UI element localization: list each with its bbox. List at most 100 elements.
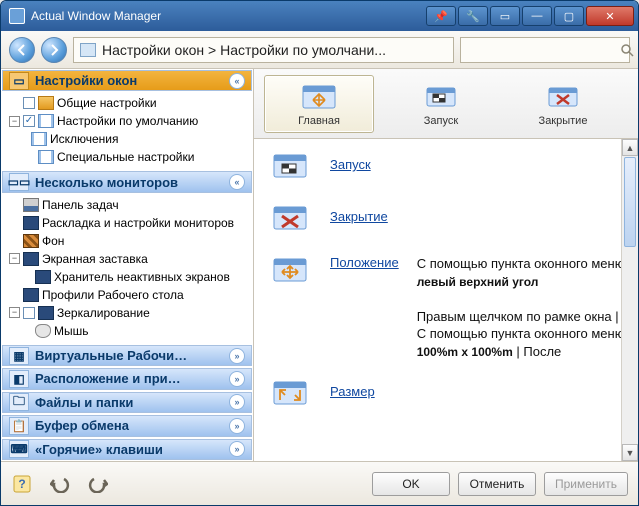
group-header-layout[interactable]: ◧ Расположение и при… »: [2, 368, 252, 389]
virtual-desktops-icon: ▦: [9, 347, 29, 365]
tree-multimonitor: Панель задач Раскладка и настройки монит…: [1, 194, 253, 344]
expand-toggle[interactable]: −: [9, 116, 20, 127]
chevron-down-icon: »: [229, 418, 245, 434]
mirroring-icon: [38, 306, 54, 320]
search-icon[interactable]: [620, 41, 634, 59]
redo-icon[interactable]: [83, 472, 111, 496]
desktop-profiles-icon: [23, 288, 39, 302]
extra-button[interactable]: ▭: [490, 6, 520, 26]
group-header-window-settings[interactable]: ▭ Настройки окон «: [2, 70, 252, 91]
size-icon: [272, 378, 312, 412]
chevron-down-icon: »: [229, 348, 245, 364]
app-window: Actual Window Manager 📌 🔧 ▭ — ▢ ✕ Настро…: [0, 0, 639, 506]
help-icon[interactable]: ?: [11, 472, 39, 496]
startup-flag-icon: [272, 151, 312, 185]
mouse-icon: [35, 324, 51, 338]
detail-item-position[interactable]: Положение С помощью пункта оконного меню…: [272, 255, 630, 360]
default-settings-icon: [38, 114, 54, 128]
home-window-icon: [299, 81, 339, 113]
checkbox[interactable]: [23, 97, 35, 109]
detail-link[interactable]: Положение: [330, 249, 399, 270]
detail-link[interactable]: Закрытие: [330, 203, 388, 224]
navbar: Настройки окон > Настройки по умолчани..…: [1, 31, 638, 69]
monitors-icon: ▭▭: [9, 173, 29, 191]
keyboard-icon: ⌨: [9, 440, 29, 458]
group-header-clipboard[interactable]: 📋 Буфер обмена »: [2, 415, 252, 436]
tree-item[interactable]: Хранитель неактивных экранов: [3, 268, 251, 286]
checkbox[interactable]: [23, 307, 35, 319]
scroll-thumb[interactable]: [624, 157, 636, 247]
windows-icon: ▭: [9, 72, 29, 90]
tool-button[interactable]: 🔧: [458, 6, 488, 26]
tree-item[interactable]: Раскладка и настройки мониторов: [3, 214, 251, 232]
close-window-icon: [272, 203, 312, 237]
background-icon: [23, 234, 39, 248]
settings-icon: [38, 96, 54, 110]
scroll-up-button[interactable]: ▲: [622, 139, 638, 156]
detail-item-closing[interactable]: Закрытие: [272, 203, 630, 237]
tab-closing[interactable]: Закрытие: [508, 75, 618, 133]
detail-link[interactable]: Запуск: [330, 151, 371, 172]
chevron-down-icon: »: [229, 441, 245, 457]
tree-item[interactable]: Фон: [3, 232, 251, 250]
detail-item-size[interactable]: Размер: [272, 378, 630, 412]
close-button[interactable]: ✕: [586, 6, 634, 26]
tree-item[interactable]: Исключения: [3, 130, 251, 148]
footer: ? OK Отменить Применить: [1, 461, 638, 505]
window-title: Actual Window Manager: [31, 9, 424, 23]
startup-flag-icon: [421, 81, 461, 113]
checkbox[interactable]: ✓: [23, 115, 35, 127]
tree-item[interactable]: − ✓ Настройки по умолчанию: [3, 112, 251, 130]
content-area: ▭ Настройки окон « Общие настройки − ✓ Н…: [1, 69, 638, 461]
special-settings-icon: [38, 150, 54, 164]
detail-list: Запуск Закрытие Положение С помощью пу: [254, 139, 638, 461]
window-controls: 📌 🔧 ▭ — ▢ ✕: [424, 6, 634, 26]
chevron-up-icon: «: [229, 174, 245, 190]
idle-saver-icon: [35, 270, 51, 284]
expand-toggle[interactable]: −: [9, 307, 20, 318]
group-header-multimonitor[interactable]: ▭▭ Несколько мониторов «: [2, 171, 252, 192]
group-header-files[interactable]: 🗀 Файлы и папки »: [2, 392, 252, 413]
detail-link[interactable]: Размер: [330, 378, 375, 399]
minimize-button[interactable]: —: [522, 6, 552, 26]
apply-button[interactable]: Применить: [544, 472, 628, 496]
svg-text:?: ?: [18, 477, 25, 491]
tab-startup[interactable]: Запуск: [386, 75, 496, 133]
breadcrumb-box[interactable]: Настройки окон > Настройки по умолчани..…: [73, 37, 454, 63]
ok-button[interactable]: OK: [372, 472, 450, 496]
expand-toggle[interactable]: −: [9, 253, 20, 264]
group-header-virtual-desktops[interactable]: ▦ Виртуальные Рабочи… »: [2, 345, 252, 366]
chevron-up-icon: «: [229, 73, 245, 89]
chevron-down-icon: »: [229, 371, 245, 387]
tree-item[interactable]: Мышь: [3, 322, 251, 340]
tab-main[interactable]: Главная: [264, 75, 374, 133]
scroll-down-button[interactable]: ▼: [622, 444, 638, 461]
tree-item[interactable]: Панель задач: [3, 196, 251, 214]
group-header-hotkeys[interactable]: ⌨ «Горячие» клавиши »: [2, 439, 252, 460]
tree-item[interactable]: − Зеркалирование: [3, 304, 251, 322]
clipboard-icon: 📋: [9, 417, 29, 435]
chevron-down-icon: »: [229, 394, 245, 410]
app-icon: [9, 8, 25, 24]
tree-item[interactable]: Профили Рабочего стола: [3, 286, 251, 304]
undo-icon[interactable]: [47, 472, 75, 496]
tree-window-settings: Общие настройки − ✓ Настройки по умолчан…: [1, 92, 253, 170]
scrollbar[interactable]: ▲ ▼: [621, 139, 638, 461]
detail-item-startup[interactable]: Запуск: [272, 151, 630, 185]
back-button[interactable]: [9, 37, 35, 63]
titlebar: Actual Window Manager 📌 🔧 ▭ — ▢ ✕: [1, 1, 638, 31]
search-box: [460, 37, 630, 63]
tree-item[interactable]: Специальные настройки: [3, 148, 251, 166]
pin-button[interactable]: 📌: [426, 6, 456, 26]
tree-item[interactable]: Общие настройки: [3, 94, 251, 112]
cancel-button[interactable]: Отменить: [458, 472, 536, 496]
position-icon: [272, 255, 312, 289]
breadcrumb-icon: [80, 43, 96, 57]
forward-button[interactable]: [41, 37, 67, 63]
arrow-left-icon: [16, 44, 28, 56]
close-window-icon: [543, 81, 583, 113]
detail-description: С помощью пункта оконного меню: левый ве…: [417, 255, 630, 360]
tree-item[interactable]: − Экранная заставка: [3, 250, 251, 268]
search-input[interactable]: [465, 39, 620, 61]
maximize-button[interactable]: ▢: [554, 6, 584, 26]
